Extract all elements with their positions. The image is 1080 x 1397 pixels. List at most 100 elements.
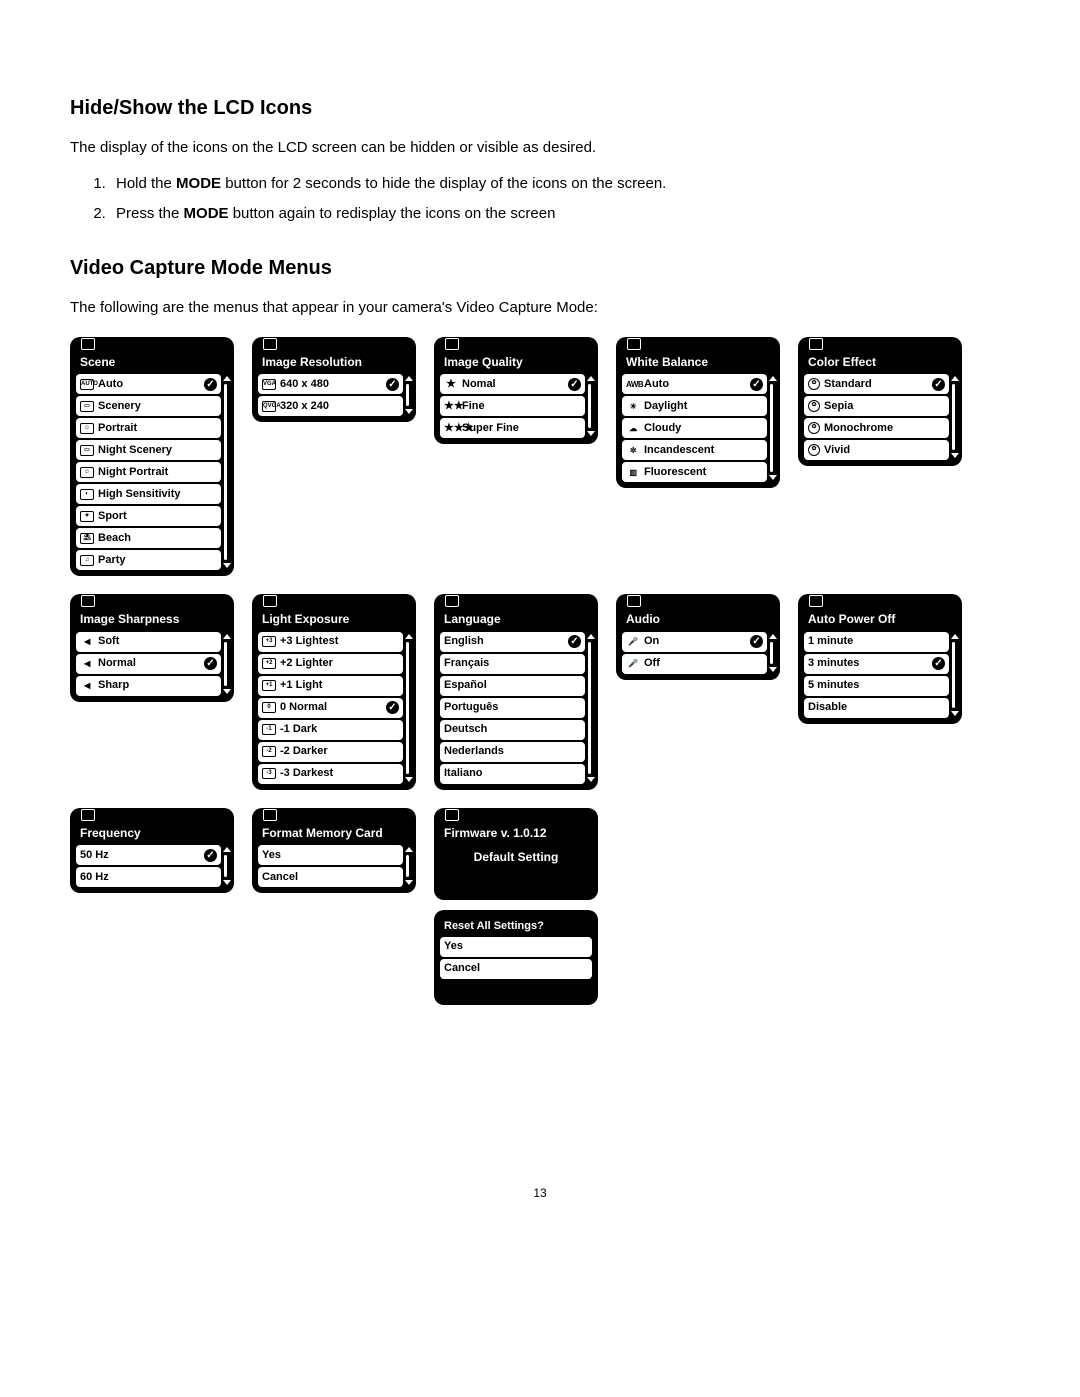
item-label: Night Portrait xyxy=(98,466,217,479)
item-icon: VGA xyxy=(262,379,276,390)
tab-icon xyxy=(442,808,462,822)
heading-video-menus: Video Capture Mode Menus xyxy=(70,254,1010,283)
item-label: Off xyxy=(644,657,763,670)
page-number: 13 xyxy=(70,1185,1010,1202)
check-icon: ✓ xyxy=(932,378,945,391)
item-icon: 🎤 xyxy=(626,658,640,669)
menu-exposure: Light Exposure +3+3 Lightest+2+2 Lighter… xyxy=(252,594,416,789)
item-icon: ◐ xyxy=(80,489,94,500)
menu-item: -1-1 Dark xyxy=(258,720,403,740)
check-icon: ✓ xyxy=(750,635,763,648)
item-icon: ✿ xyxy=(808,400,820,412)
check-icon: ✓ xyxy=(386,701,399,714)
item-icon: ✿ xyxy=(808,444,820,456)
tab-icon xyxy=(442,594,462,608)
menu-item: ☺Portrait xyxy=(76,418,221,438)
item-label: Sport xyxy=(98,510,217,523)
scroll-indicator xyxy=(223,374,228,570)
scroll-indicator xyxy=(405,632,410,784)
menu-reset-list: Yes Cancel xyxy=(440,937,592,979)
tab-icon xyxy=(260,337,280,351)
heading-hide-show: Hide/Show the LCD Icons xyxy=(70,94,1010,123)
item-icon: -3 xyxy=(262,768,276,779)
menu-item: Português xyxy=(440,698,585,718)
menu-item: ★Nomal✓ xyxy=(440,374,585,394)
menu-item: ★★★Super Fine xyxy=(440,418,585,438)
item-icon: AUTO xyxy=(80,379,94,390)
menu-scene-list: AUTOAuto✓▭Scenery☺Portrait▭Night Scenery… xyxy=(76,374,221,570)
menu-auto-power-off: Auto Power Off 1 minute3 minutes✓5 minut… xyxy=(798,594,962,723)
menu-format-memory: Format Memory Card YesCancel xyxy=(252,808,416,893)
item-label: Party xyxy=(98,554,217,567)
scroll-indicator xyxy=(223,845,228,887)
menu-item: Cancel xyxy=(440,959,592,979)
menu-scene: Scene AUTOAuto✓▭Scenery☺Portrait▭Night S… xyxy=(70,337,234,576)
menu-item: ✿Vivid xyxy=(804,440,949,460)
menu-item: ▭Scenery xyxy=(76,396,221,416)
item-icon: ✲ xyxy=(626,445,640,456)
item-label: 1 minute xyxy=(808,635,945,648)
item-label: Standard xyxy=(824,378,928,391)
menu-item: ✿Sepia xyxy=(804,396,949,416)
tab-icon xyxy=(78,337,98,351)
menu-item: ✿ Standard ✓ xyxy=(804,374,949,394)
item-label: +1 Light xyxy=(280,679,399,692)
item-icon: 0 xyxy=(262,702,276,713)
item-icon: ◀ xyxy=(80,636,94,647)
menu-item: Disable xyxy=(804,698,949,718)
item-label: -2 Darker xyxy=(280,745,399,758)
menu-format-list: YesCancel xyxy=(258,845,403,887)
menu-resolution: Image Resolution VGA640 x 480✓QVGA320 x … xyxy=(252,337,416,422)
item-label: Cancel xyxy=(444,962,588,975)
menu-item: 50 Hz✓ xyxy=(76,845,221,865)
check-icon: ✓ xyxy=(568,378,581,391)
item-icon: ◀ xyxy=(80,680,94,691)
menu-wb-list: AWBAuto✓☀Daylight☁Cloudy✲Incandescent▥Fl… xyxy=(622,374,767,482)
scroll-indicator xyxy=(587,374,592,438)
menu-autopower-list: 1 minute3 minutes✓5 minutesDisable xyxy=(804,632,949,718)
item-label: Português xyxy=(444,701,581,714)
item-label: Yes xyxy=(444,940,588,953)
menu-item: ◀Soft xyxy=(76,632,221,652)
menu-item: 00 Normal✓ xyxy=(258,698,403,718)
steps-list: Hold the MODE button for 2 seconds to hi… xyxy=(110,173,1010,225)
check-icon: ✓ xyxy=(750,378,763,391)
menu-language: Language English✓FrançaisEspañolPortuguê… xyxy=(434,594,598,789)
intro-video-menus: The following are the menus that appear … xyxy=(70,297,1010,319)
menu-item: ✦Sport xyxy=(76,506,221,526)
item-label: Portrait xyxy=(98,422,217,435)
item-icon: AWB xyxy=(626,379,640,390)
menu-item: ☀ Daylight xyxy=(622,396,767,416)
check-icon: ✓ xyxy=(568,635,581,648)
item-label: Normal xyxy=(98,657,200,670)
menu-audio: Audio 🎤On✓🎤Off xyxy=(616,594,780,679)
menu-language-list: English✓FrançaisEspañolPortuguêsDeutschN… xyxy=(440,632,585,784)
menu-frequency: Frequency 50 Hz✓60 Hz xyxy=(70,808,234,893)
item-label: Nomal xyxy=(462,378,564,391)
menu-item: +2+2 Lighter xyxy=(258,654,403,674)
tab-icon xyxy=(624,337,644,351)
check-icon: ✓ xyxy=(204,657,217,670)
menu-audio-list: 🎤On✓🎤Off xyxy=(622,632,767,674)
item-label: +3 Lightest xyxy=(280,635,399,648)
menu-quality: Image Quality ★Nomal✓★★Fine★★★Super Fine xyxy=(434,337,598,444)
default-setting-button: Default Setting xyxy=(440,845,592,869)
item-label: 50 Hz xyxy=(80,849,200,862)
item-label: Cloudy xyxy=(644,422,763,435)
scroll-indicator xyxy=(769,632,774,674)
item-label: Español xyxy=(444,679,581,692)
menu-item: ✲Incandescent xyxy=(622,440,767,460)
menu-item: ☁Cloudy xyxy=(622,418,767,438)
menu-item: -2-2 Darker xyxy=(258,742,403,762)
item-icon: ☀ xyxy=(626,401,640,412)
menu-item: 5 minutes xyxy=(804,676,949,696)
item-icon: ✿ xyxy=(808,378,820,390)
item-label: Daylight xyxy=(644,400,763,413)
menu-sharpness-list: ◀Soft◀Normal✓◀Sharp xyxy=(76,632,221,696)
scroll-indicator xyxy=(223,632,228,696)
item-icon: -1 xyxy=(262,724,276,735)
item-label: 3 minutes xyxy=(808,657,928,670)
item-label: English xyxy=(444,635,564,648)
item-icon: ★★ xyxy=(444,401,458,412)
menus-grid: Scene AUTOAuto✓▭Scenery☺Portrait▭Night S… xyxy=(70,337,1010,1005)
